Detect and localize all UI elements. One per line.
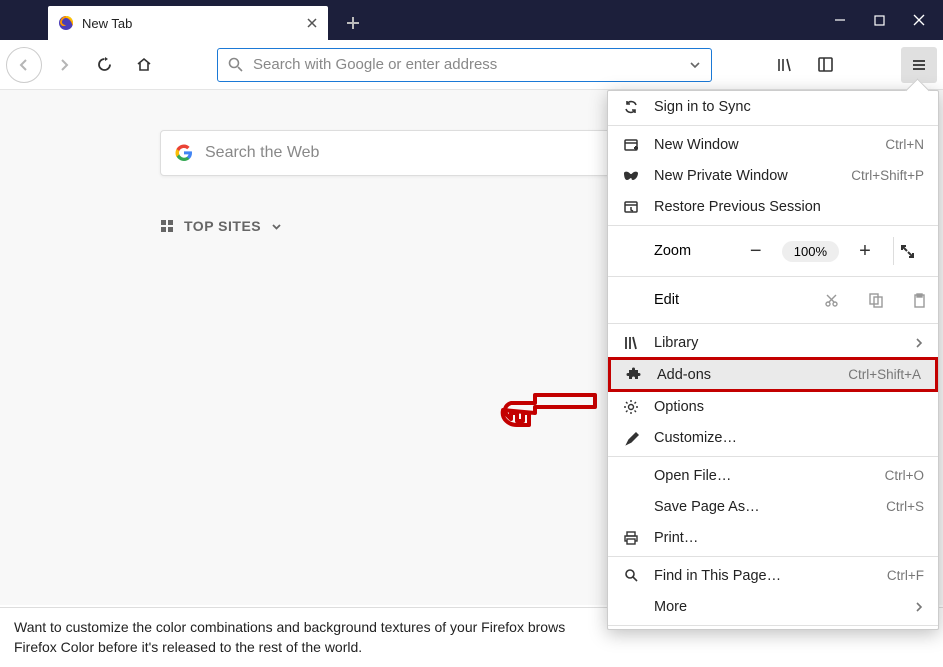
menu-sign-in[interactable]: Sign in to Sync	[608, 91, 938, 122]
paintbrush-icon	[622, 430, 640, 446]
fullscreen-button[interactable]	[900, 244, 928, 259]
hamburger-menu-button[interactable]	[901, 47, 937, 83]
google-icon	[175, 144, 193, 162]
address-bar-placeholder: Search with Google or enter address	[253, 56, 679, 73]
menu-print[interactable]: Print…	[608, 522, 938, 553]
chevron-down-icon	[271, 221, 282, 232]
grid-icon	[160, 219, 174, 233]
gear-icon	[622, 399, 640, 415]
menu-new-private-window[interactable]: New Private Window Ctrl+Shift+P	[608, 160, 938, 191]
pointing-hand-annotation	[495, 375, 605, 435]
menu-save-page[interactable]: Save Page As… Ctrl+S	[608, 491, 938, 522]
menu-zoom-row: Zoom − 100% +	[608, 229, 938, 273]
menu-library[interactable]: Library	[608, 327, 938, 358]
zoom-out-button[interactable]: −	[742, 240, 770, 263]
window-controls	[834, 14, 943, 40]
minimize-button[interactable]	[834, 14, 846, 26]
close-tab-icon[interactable]	[306, 17, 318, 29]
forward-button[interactable]	[46, 47, 82, 83]
navigation-toolbar: Search with Google or enter address	[0, 40, 943, 90]
restore-icon	[622, 199, 640, 215]
printer-icon	[622, 530, 640, 546]
cut-icon[interactable]	[824, 293, 839, 308]
menu-more[interactable]: More	[608, 591, 938, 622]
footer-line-2: Firefox Color before it's released to th…	[14, 638, 929, 658]
paste-icon[interactable]	[913, 293, 926, 308]
home-button[interactable]	[126, 47, 162, 83]
menu-addons[interactable]: Add-ons Ctrl+Shift+A	[608, 357, 938, 392]
back-button[interactable]	[6, 47, 42, 83]
library-icon	[622, 335, 640, 351]
tab-strip: New Tab	[0, 6, 834, 40]
reload-button[interactable]	[86, 47, 122, 83]
search-placeholder: Search the Web	[205, 144, 319, 162]
menu-options[interactable]: Options	[608, 391, 938, 422]
menu-customize[interactable]: Customize…	[608, 422, 938, 453]
chevron-right-icon	[914, 602, 924, 612]
search-icon	[228, 57, 243, 72]
chevron-right-icon	[914, 338, 924, 348]
firefox-icon	[58, 15, 74, 31]
application-menu: Sign in to Sync New Window Ctrl+N New Pr…	[607, 90, 939, 630]
menu-new-window[interactable]: New Window Ctrl+N	[608, 129, 938, 160]
mask-icon	[622, 171, 640, 181]
top-sites-label: TOP SITES	[184, 218, 261, 234]
library-button[interactable]	[767, 47, 803, 83]
maximize-button[interactable]	[874, 15, 885, 26]
zoom-level[interactable]: 100%	[782, 241, 839, 262]
address-bar[interactable]: Search with Google or enter address	[217, 48, 712, 82]
title-bar: New Tab	[0, 0, 943, 40]
close-window-button[interactable]	[913, 14, 925, 26]
menu-restore-session[interactable]: Restore Previous Session	[608, 191, 938, 222]
new-tab-button[interactable]	[336, 6, 370, 40]
sidebar-button[interactable]	[807, 47, 843, 83]
window-icon	[622, 137, 640, 153]
copy-icon[interactable]	[869, 293, 883, 308]
sync-icon	[622, 99, 640, 115]
zoom-in-button[interactable]: +	[851, 240, 879, 263]
menu-open-file[interactable]: Open File… Ctrl+O	[608, 460, 938, 491]
puzzle-icon	[625, 367, 643, 383]
menu-find[interactable]: Find in This Page… Ctrl+F	[608, 560, 938, 591]
browser-tab[interactable]: New Tab	[48, 6, 328, 40]
find-icon	[622, 568, 640, 583]
menu-edit-row: Edit	[608, 280, 938, 320]
dropdown-icon[interactable]	[689, 59, 701, 71]
tab-title: New Tab	[82, 16, 298, 31]
